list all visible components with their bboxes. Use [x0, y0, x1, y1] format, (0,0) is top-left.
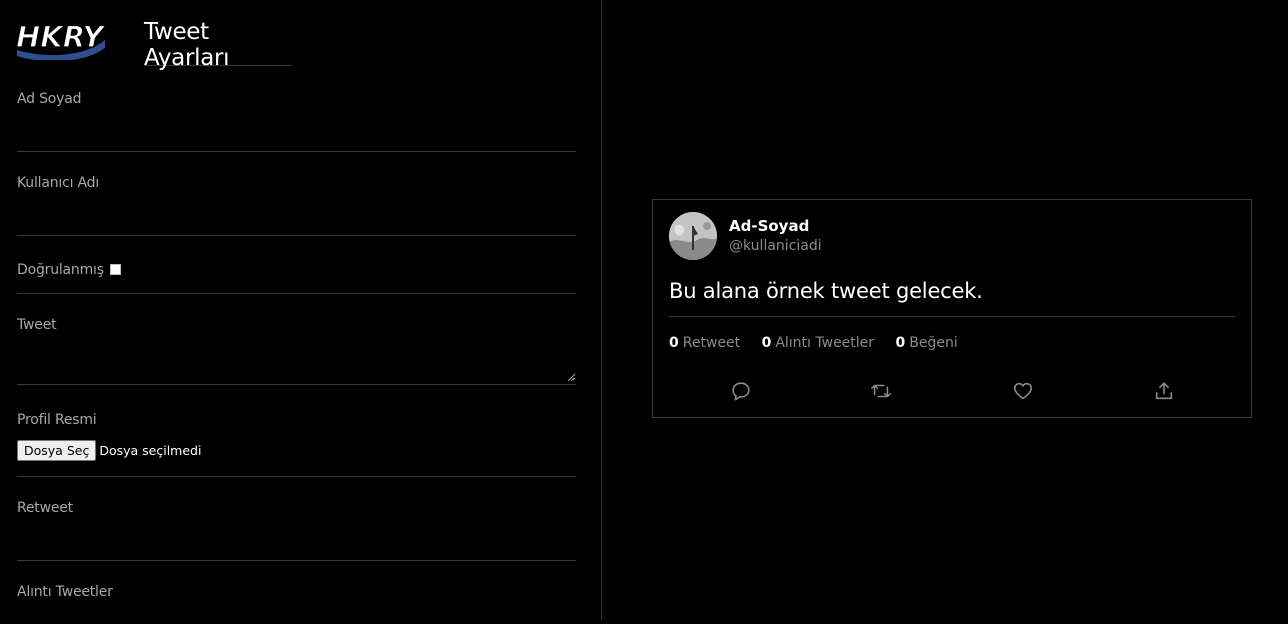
divider: [669, 316, 1235, 317]
retweet-label: Retweet: [17, 500, 73, 516]
tweet-text: Bu alana örnek tweet gelecek.: [669, 279, 983, 303]
tweet-preview-card: Ad-Soyad @kullaniciadi Bu alana örnek tw…: [652, 199, 1252, 418]
avatar: [669, 212, 717, 260]
tweet-field: Tweet: [17, 317, 576, 385]
retweet-stat-label: Retweet: [682, 335, 741, 351]
verified-checkbox[interactable]: [109, 264, 121, 275]
tweet-textarea[interactable]: [17, 341, 576, 381]
tweet-stats: 0 Retweet 0 Alıntı Tweetler 0 Beğeni: [669, 335, 975, 351]
avatar-image: [669, 212, 717, 260]
like-stat-label: Beğeni: [909, 335, 958, 351]
tweet-author-name: Ad-Soyad: [729, 217, 810, 235]
resize-handle-icon[interactable]: [567, 374, 575, 382]
quote-stat-label: Alıntı Tweetler: [775, 335, 875, 351]
avatar-label: Profil Resmi: [17, 412, 97, 428]
reply-icon[interactable]: [730, 380, 752, 402]
like-count: 0: [895, 335, 906, 351]
like-icon[interactable]: [1012, 380, 1034, 402]
verified-label: Doğrulanmış: [17, 262, 104, 278]
retweet-stat[interactable]: 0 Retweet: [669, 335, 740, 351]
username-input[interactable]: [17, 205, 576, 229]
page-title: Tweet Ayarları: [144, 18, 292, 71]
share-icon[interactable]: [1153, 380, 1175, 402]
choose-file-button[interactable]: Dosya Seç: [17, 440, 97, 461]
settings-panel: HKRY Tweet Ayarları Ad Soyad Kullanıcı A…: [0, 0, 602, 620]
retweet-icon[interactable]: [870, 380, 892, 402]
avatar-field: Profil Resmi Dosya Seç Dosya seçilmedi: [17, 412, 576, 477]
quote-field: Alıntı Tweetler: [17, 584, 576, 624]
retweet-input[interactable]: [17, 530, 576, 554]
quote-stat[interactable]: 0 Alıntı Tweetler: [762, 335, 874, 351]
hkry-logo: HKRY: [15, 19, 107, 60]
name-label: Ad Soyad: [17, 91, 82, 107]
name-input[interactable]: [17, 121, 576, 145]
svg-text:HKRY: HKRY: [16, 20, 106, 54]
retweet-field: Retweet: [17, 500, 576, 561]
username-field: Kullanıcı Adı: [17, 175, 576, 236]
like-stat[interactable]: 0 Beğeni: [896, 335, 958, 351]
file-status: Dosya seçilmedi: [99, 443, 202, 458]
verified-field: Doğrulanmış: [17, 259, 576, 294]
username-label: Kullanıcı Adı: [17, 175, 100, 191]
retweet-count: 0: [669, 335, 679, 351]
name-field: Ad Soyad: [17, 91, 576, 152]
tweet-author-handle: @kullaniciadi: [729, 238, 822, 254]
tweet-label: Tweet: [17, 317, 57, 333]
quote-label: Alıntı Tweetler: [17, 584, 113, 600]
quote-count: 0: [761, 335, 772, 351]
